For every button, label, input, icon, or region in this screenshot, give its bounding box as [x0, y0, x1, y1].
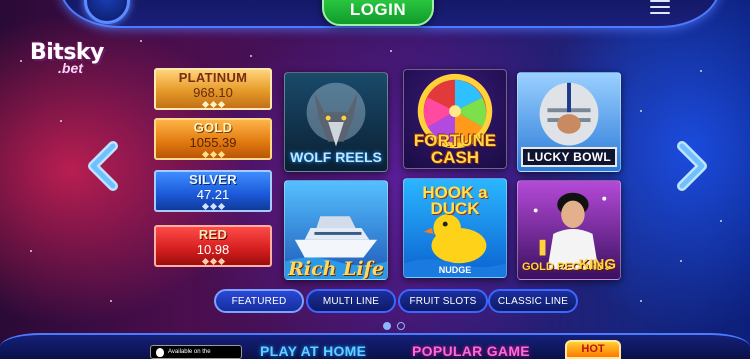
next-page-arrow[interactable]: [672, 140, 712, 192]
jackpot-label: GOLD: [193, 120, 233, 135]
game-subtitle: NUDGE: [438, 265, 472, 275]
tab-classic-line[interactable]: CLASSIC LINE: [488, 289, 578, 313]
game-tile-lucky-bowl[interactable]: LUCKY BOWL: [517, 72, 621, 172]
game-tile-gold-records-king[interactable]: GOLD RECORDS KING: [517, 180, 621, 280]
jackpot-red: RED 10.98: [154, 225, 272, 267]
play-at-home-banner[interactable]: PLAY AT HOME: [260, 343, 366, 359]
jackpot-silver: SILVER 47.21: [154, 170, 272, 212]
tab-multi-line[interactable]: MULTI LINE: [306, 289, 396, 313]
jackpot-label: SILVER: [189, 172, 237, 187]
popular-game-banner[interactable]: POPULAR GAME: [412, 343, 530, 359]
game-tile-hook-a-duck[interactable]: HOOK a DUCK NUDGE: [403, 178, 507, 278]
jackpot-gold: GOLD 1055.39: [154, 118, 272, 160]
game-title-secondary: KING: [578, 256, 617, 273]
jackpot-value: 10.98: [196, 242, 230, 257]
jackpot-value: 47.21: [196, 187, 230, 202]
logo-suffix: .bet: [58, 60, 83, 76]
game-title: HOOK a DUCK: [422, 183, 488, 218]
jackpot-gems: [201, 202, 225, 211]
apple-icon: [156, 347, 164, 357]
bottom-bar: [0, 333, 750, 359]
page-indicator: [383, 322, 405, 330]
chevron-left-icon: [88, 141, 118, 191]
jackpot-label: PLATINUM: [178, 70, 248, 85]
tab-fruit-slots[interactable]: FRUIT SLOTS: [398, 289, 488, 313]
login-button[interactable]: LOGIN: [322, 0, 434, 26]
top-bar: LOGIN: [0, 0, 750, 30]
previous-page-arrow[interactable]: [83, 140, 123, 192]
game-tile-rich-life[interactable]: Rich Life: [284, 180, 388, 280]
jackpot-value: 968.10: [193, 85, 233, 100]
jackpot-label: RED: [198, 227, 228, 242]
game-tile-fortune-cash[interactable]: FORTUNE CASH: [403, 69, 507, 169]
hamburger-menu-icon[interactable]: [650, 0, 670, 14]
tab-featured[interactable]: FEATURED: [214, 289, 304, 313]
store-badge-label: Available on the: [168, 349, 211, 355]
jackpot-platinum: PLATINUM 968.10: [154, 68, 272, 110]
page-dot-1[interactable]: [383, 322, 391, 330]
page-dot-2[interactable]: [397, 322, 405, 330]
jackpot-gems: [201, 100, 225, 109]
brand-logo[interactable]: Bitsky .bet: [30, 40, 120, 78]
jackpot-gems: [201, 150, 225, 159]
game-title: FORTUNE CASH: [413, 131, 497, 167]
game-title: LUCKY BOWL: [518, 147, 620, 167]
app-store-badge[interactable]: Available on the: [150, 345, 242, 359]
game-title: Rich Life: [288, 258, 384, 280]
game-tile-wolf-reels[interactable]: WOLF REELS: [284, 72, 388, 172]
jackpot-gems: [201, 257, 225, 266]
chevron-right-icon: [677, 141, 707, 191]
hot-badge[interactable]: HOT: [565, 340, 621, 359]
jackpot-value: 1055.39: [189, 135, 237, 150]
game-title: WOLF REELS: [290, 149, 382, 165]
